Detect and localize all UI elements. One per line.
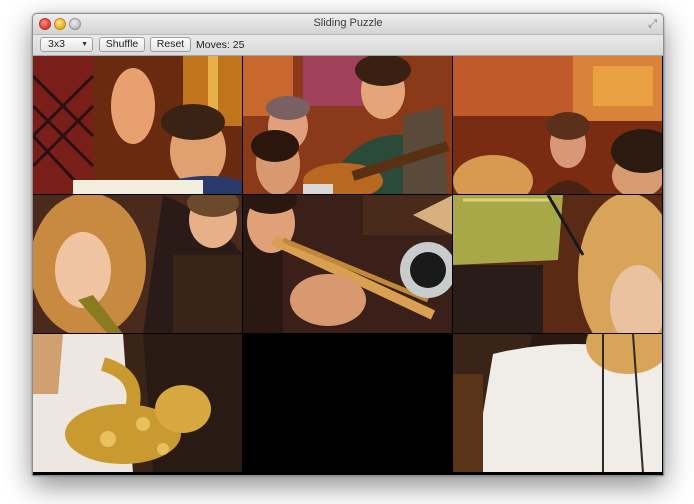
tile-image <box>453 56 662 194</box>
window-title: Sliding Puzzle <box>313 17 383 29</box>
app-window: Sliding Puzzle ⤢ 3x3 ▼ Shuffle Reset Mov… <box>32 13 664 476</box>
tile-image <box>243 195 452 333</box>
puzzle-tile[interactable] <box>33 195 243 334</box>
tile-image <box>33 334 242 472</box>
tile-image <box>33 56 242 194</box>
size-select-value: 3x3 <box>48 38 65 50</box>
tile-image <box>453 334 662 472</box>
puzzle-tile[interactable] <box>243 56 453 195</box>
empty-slot[interactable] <box>243 334 453 473</box>
puzzle-tile[interactable] <box>453 56 663 195</box>
moves-counter: Moves: 25 <box>196 39 245 51</box>
puzzle-tile[interactable] <box>453 334 663 473</box>
size-select[interactable]: 3x3 ▼ <box>40 37 93 52</box>
puzzle-board <box>33 56 663 475</box>
toolbar: 3x3 ▼ Shuffle Reset Moves: 25 <box>33 35 663 56</box>
shuffle-button[interactable]: Shuffle <box>99 37 145 52</box>
reset-button[interactable]: Reset <box>150 37 191 52</box>
puzzle-tile[interactable] <box>243 195 453 334</box>
title-bar[interactable]: Sliding Puzzle ⤢ <box>33 14 663 35</box>
tile-image <box>453 195 662 333</box>
fullscreen-icon[interactable]: ⤢ <box>648 17 657 31</box>
tile-image <box>33 195 242 333</box>
puzzle-tile[interactable] <box>453 195 663 334</box>
puzzle-tile[interactable] <box>33 56 243 195</box>
puzzle-tile[interactable] <box>33 334 243 473</box>
chevron-down-icon: ▼ <box>81 41 88 48</box>
tile-image <box>243 56 452 194</box>
